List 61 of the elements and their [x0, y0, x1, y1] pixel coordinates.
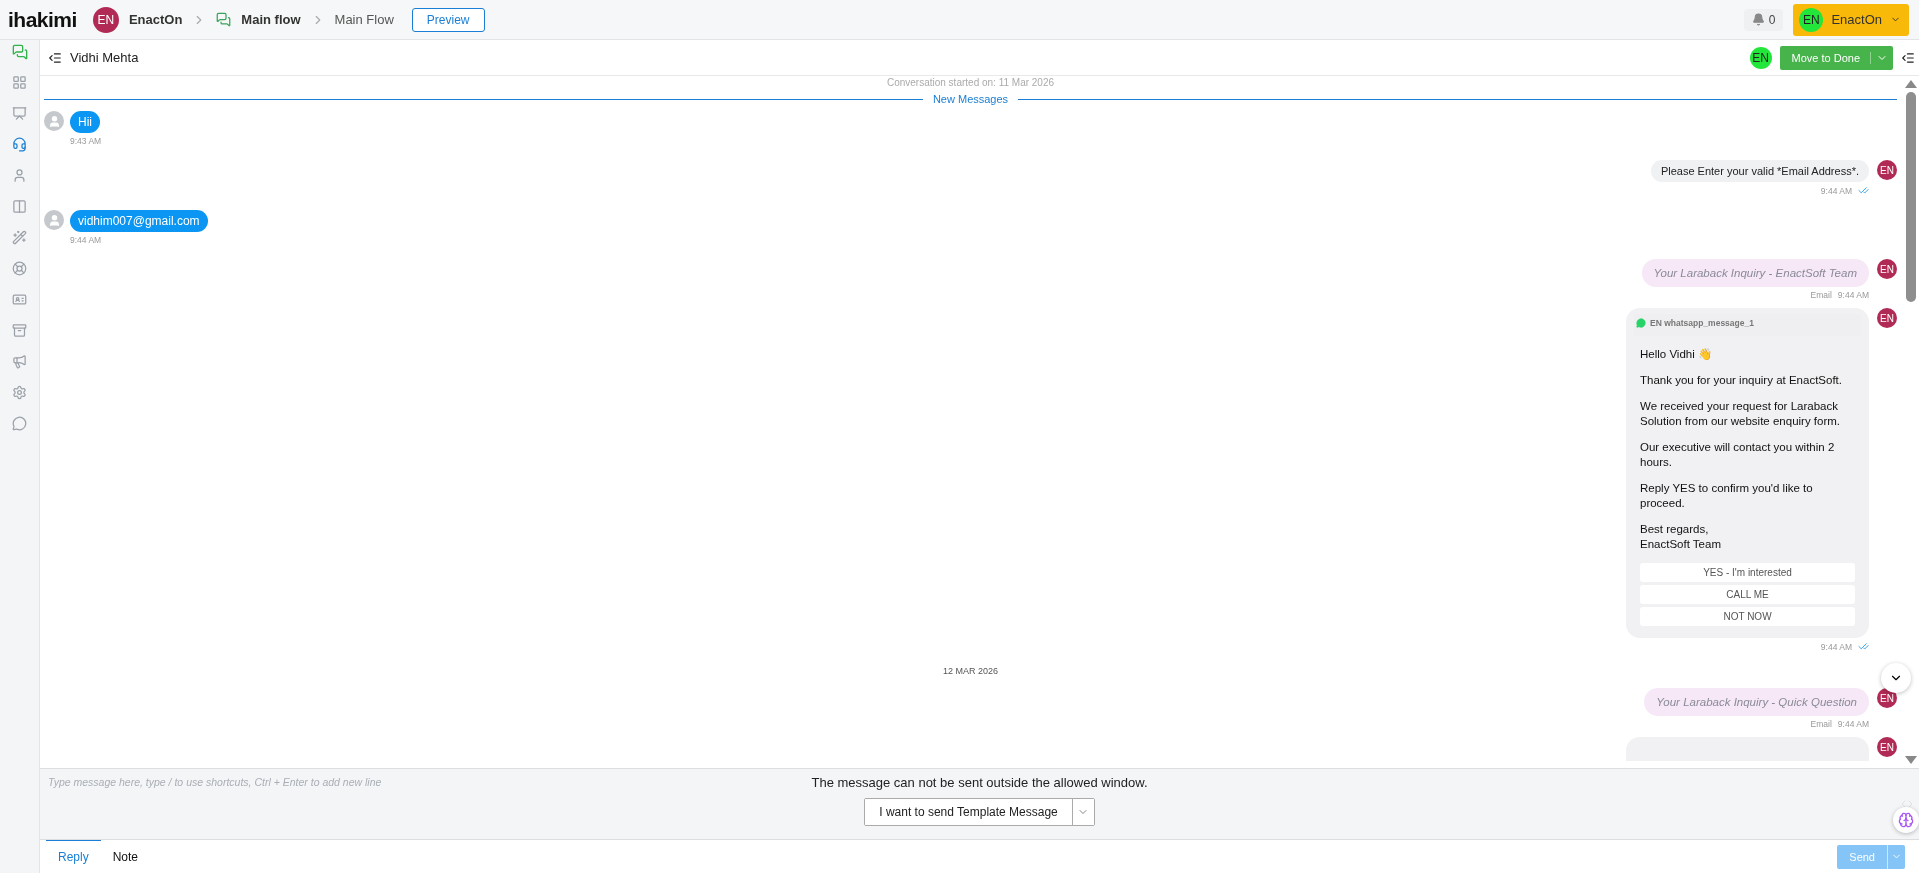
contact-avatar-icon [44, 210, 64, 230]
template-paragraph: Thank you for your inquiry at EnactSoft. [1640, 373, 1843, 388]
user-name: EnactOn [1831, 12, 1882, 27]
chat-bubbles-icon [216, 12, 232, 27]
message-time: 9:44 AM [1820, 185, 1852, 196]
template-reply-button[interactable]: CALL ME [1640, 585, 1855, 604]
bell-icon[interactable] [1751, 13, 1765, 26]
incoming-message: vidhim007@gmail.com [70, 210, 208, 232]
code-icon [1901, 798, 1913, 810]
window-notice-text: The message can not be sent outside the allowed window. [811, 775, 1148, 790]
conversation-start-text: Conversation started on: 11 Mar 2026 [885, 77, 1056, 89]
message-time: 9:44 AM [70, 235, 102, 245]
collapse-list-icon[interactable] [1901, 50, 1915, 65]
template-paragraph: Hello Vidhi 👋 [1640, 347, 1713, 362]
agent-avatar: EN [1749, 46, 1772, 69]
incoming-message: Hii [70, 111, 100, 133]
chat-bubbles-icon [11, 44, 28, 60]
agent-avatar: EN [1877, 737, 1897, 757]
template-paragraph: Reply YES to confirm you'd like to proceed. [1640, 481, 1814, 511]
breadcrumb-item[interactable]: Main flow [241, 12, 301, 27]
user-avatar: EN [1799, 7, 1824, 32]
agent-avatar: EN [1877, 259, 1897, 279]
template-reply-button[interactable]: NOT NOW [1640, 607, 1855, 626]
scrollbar-thumb[interactable] [1906, 92, 1916, 302]
agent-avatar: EN [1877, 688, 1897, 708]
new-messages-divider-text: New Messages [932, 93, 1009, 105]
preview-button[interactable]: Preview [411, 7, 485, 32]
message-time: 9:44 AM [1837, 719, 1869, 729]
email-subject-message: Your Laraback Inquiry - Quick Question [1644, 688, 1869, 716]
outgoing-message: Please Enter your valid *Email Address*. [1650, 160, 1869, 182]
date-separator: 12 MAR 2026 [941, 666, 999, 676]
app-logo: ihakimi [8, 7, 77, 32]
collapse-list-icon[interactable] [48, 50, 62, 65]
composer-tab[interactable]: Note [100, 840, 151, 873]
template-paragraph: Our executive will contact you within 2 hours. [1640, 440, 1836, 470]
contact-name: Vidhi Mehta [70, 50, 139, 65]
message-input-field[interactable]: Type message here, type / to use shortcuts, Ctrl + Enter to add new line [46, 774, 812, 790]
org-avatar: EN [92, 6, 119, 33]
brain-icon [1898, 812, 1914, 828]
user-menu-button[interactable]: EN EnactOn [1793, 3, 1909, 36]
message-time: 9:43 AM [70, 136, 102, 146]
org-name: EnactOn [128, 12, 183, 27]
channel-label: Email [1810, 290, 1832, 300]
chat-bubble-icon [1636, 318, 1646, 328]
email-subject-message: Your Laraback Inquiry - EnactSoft Team [1641, 259, 1869, 287]
send-options-button[interactable] [1887, 844, 1905, 869]
send-template-button[interactable]: I want to send Template Message [865, 799, 1073, 825]
message-time: 9:44 AM [1820, 641, 1852, 652]
agent-avatar: EN [1877, 160, 1897, 180]
agent-avatar: EN [1877, 308, 1897, 328]
template-paragraph: We received your request for Laraback Solution from our website enquiry form. [1640, 399, 1842, 429]
message-time: 9:44 AM [1837, 290, 1869, 300]
composer-tab[interactable]: Reply [46, 840, 101, 873]
notification-count: 0 [1768, 12, 1776, 27]
channel-label: Email [1810, 719, 1832, 729]
template-reply-button[interactable]: YES - I'm interested [1640, 563, 1855, 582]
breadcrumb-item: Main Flow [334, 12, 394, 27]
contact-avatar-icon [44, 111, 64, 131]
scroll-down-button[interactable] [1881, 663, 1911, 693]
template-name: EN whatsapp_message_1 [1650, 318, 1754, 328]
template-paragraph: Best regards, EnactSoft Team [1640, 522, 1722, 552]
